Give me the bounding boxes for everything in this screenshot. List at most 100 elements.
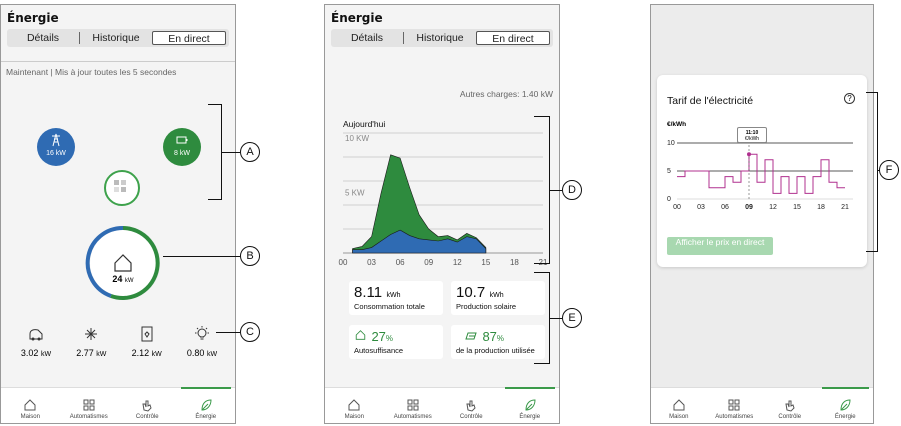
leaf-icon [525, 399, 536, 411]
screen-live-flow: Énergie Détails Historique En direct Mai… [0, 4, 236, 424]
nav-controle[interactable]: Contrôle [762, 388, 818, 423]
tab-history[interactable]: Historique [404, 31, 476, 45]
callout-b-line [163, 256, 240, 257]
stat-label: Autosuffisance [354, 346, 404, 355]
tariff-x-tick: 15 [793, 204, 801, 211]
nav-controle[interactable]: Contrôle [442, 388, 501, 423]
screen-today-summary: Énergie Détails Historique En direct Aut… [324, 4, 560, 424]
hand-icon [466, 400, 476, 412]
tariff-x-tick: 00 [673, 204, 681, 211]
stat-card-self-sufficiency: 27% Autosuffisance [349, 325, 443, 359]
nav-energie[interactable]: Énergie [501, 387, 560, 423]
consumer-ev[interactable]: 3.02 kW [11, 325, 61, 358]
consumer-ac-value: 2.77 kW [76, 348, 107, 358]
tariff-title: Tarif de l'électricité [667, 95, 754, 107]
nav-maison[interactable]: Maison [325, 388, 384, 423]
divider [1, 61, 235, 62]
consumer-water-heater[interactable]: 2.12 kW [122, 325, 172, 358]
consumer-light[interactable]: 0.80 kW [177, 325, 227, 358]
tab-details[interactable]: Détails [331, 31, 403, 45]
home-icon [355, 330, 366, 340]
callout-f-bracket [866, 92, 878, 252]
callout-e-line [550, 318, 562, 319]
callout-b: B [240, 246, 260, 266]
stat-unit: % [385, 334, 394, 343]
hand-icon [142, 400, 152, 412]
consumer-list: 3.02 kW 2.77 kW 2.12 kW 0.80 kW [11, 325, 227, 358]
today-label: Aujourd'hui [343, 119, 386, 129]
stat-label: de la production utilisée [456, 346, 535, 355]
consumer-ev-value: 3.02 kW [20, 348, 52, 358]
consumer-ac[interactable]: 2.77 kW [66, 325, 116, 358]
x-tick-label: 12 [453, 258, 462, 267]
home-icon [673, 399, 685, 411]
solar-source-node[interactable] [104, 170, 140, 206]
nav-automatismes[interactable]: Automatismes [384, 388, 443, 423]
live-price-button[interactable]: Afficher le prix en direct [667, 237, 773, 255]
callout-a-bracket [208, 104, 222, 200]
update-status: Maintenant | Mis à jour toutes les 5 sec… [6, 67, 177, 77]
stat-value: 87 [482, 329, 497, 344]
y-tick-label: 5 KW [345, 188, 365, 197]
home-icon [24, 399, 36, 411]
nav-energie[interactable]: Énergie [818, 387, 874, 423]
nav-controle[interactable]: Contrôle [118, 388, 177, 423]
tab-bar: Détails Historique En direct [7, 29, 229, 47]
x-tick-label: 09 [424, 258, 433, 267]
stat-value: 27 [371, 329, 386, 344]
callout-a-line [222, 152, 240, 153]
x-tick-label: 00 [339, 258, 348, 267]
solar-panel-icon [465, 332, 477, 340]
tab-live[interactable]: En direct [152, 31, 226, 45]
stat-card-production-used: 87% de la production utilisée [451, 325, 545, 359]
price-tooltip: 11:10 €/kWh [737, 127, 767, 143]
callout-c-line [216, 332, 240, 333]
nav-energie[interactable]: Énergie [177, 387, 236, 423]
help-icon[interactable]: ? [844, 93, 855, 104]
tariff-card: Tarif de l'électricité ? €/kWh 0 5 10 00 03 0… [657, 75, 867, 267]
ev-charger-icon [29, 329, 43, 341]
callout-d-bracket [534, 116, 550, 264]
tab-details[interactable]: Détails [7, 31, 79, 45]
tariff-y-tick: 10 [667, 140, 675, 147]
tariff-x-tick: 21 [841, 204, 849, 211]
consumer-water-heater-value: 2.12 kW [131, 348, 162, 358]
stat-unit: kWh [386, 292, 401, 299]
nav-maison[interactable]: Maison [651, 388, 707, 423]
tariff-x-tick: 06 [721, 204, 729, 211]
tab-live[interactable]: En direct [476, 31, 550, 45]
grid-source-node[interactable]: 16 kW [37, 128, 75, 166]
callout-c: C [240, 322, 260, 342]
grid-icon [83, 399, 95, 411]
screen-tariff: Tarif de l'électricité ? €/kWh 0 5 10 00 03 0… [650, 4, 874, 424]
callout-e-bracket [534, 272, 550, 364]
tariff-x-tick: 18 [817, 204, 825, 211]
page-title: Énergie [331, 11, 383, 25]
leaf-icon [840, 399, 851, 411]
callout-f: F [879, 160, 899, 180]
x-tick-label: 15 [481, 258, 490, 267]
grid-icon [728, 399, 740, 411]
stat-label: Production solaire [456, 302, 517, 311]
nav-automatismes[interactable]: Automatismes [707, 388, 763, 423]
power-pylon-icon [52, 133, 60, 147]
grid-icon [407, 399, 419, 411]
battery-source-node[interactable]: 8 kW [163, 128, 201, 166]
callout-d: D [562, 180, 582, 200]
stat-value: 10.7 [456, 284, 486, 301]
bottom-nav: Maison Automatismes Contrôle Énergie [325, 387, 559, 423]
nav-maison[interactable]: Maison [1, 388, 60, 423]
leaf-icon [201, 399, 212, 411]
solar-panel-icon [114, 180, 126, 192]
nav-automatismes[interactable]: Automatismes [60, 388, 119, 423]
tab-history[interactable]: Historique [80, 31, 152, 45]
tariff-y-tick: 0 [667, 196, 671, 203]
bottom-nav: Maison Automatismes Contrôle Énergie [1, 387, 235, 423]
home-consumption-ring[interactable] [83, 223, 163, 303]
bottom-nav: Maison Automatismes Contrôle Énergie [651, 387, 873, 423]
tooltip-unit: €/kWh [744, 136, 760, 142]
home-power-unit: kW [124, 278, 134, 284]
stat-label: Consommation totale [354, 302, 425, 311]
callout-a: A [240, 142, 260, 162]
battery-power-value: 8 kW [174, 150, 190, 157]
